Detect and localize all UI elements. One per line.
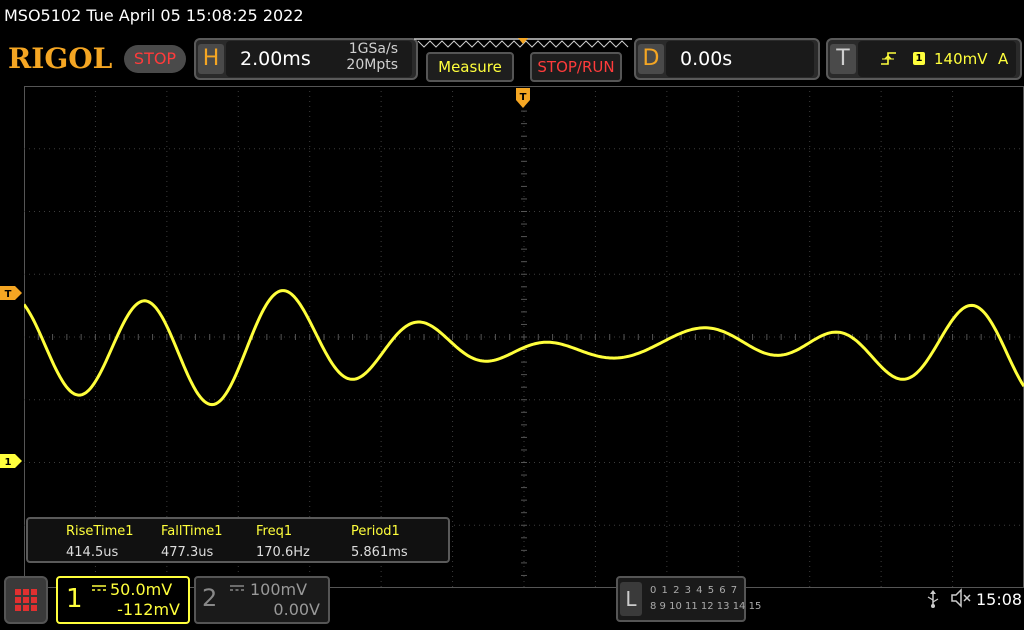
trigger-level-marker[interactable]: T	[0, 286, 22, 300]
fall-time-label: FallTime1	[161, 524, 223, 539]
period-value: 5.861ms	[351, 545, 408, 560]
waveform-display[interactable]	[24, 86, 1024, 588]
logic-channels-8-15: 8 9 10 11 12 13 14 15	[650, 601, 762, 612]
logic-channels-0-7: 0 1 2 3 4 5 6 7	[650, 585, 739, 596]
period-label: Period1	[351, 524, 400, 539]
grid-menu-icon	[15, 589, 37, 611]
delay-label[interactable]: D	[638, 44, 664, 74]
trigger-mode: A	[998, 50, 1009, 68]
timebase-value: 2.00ms	[240, 48, 311, 70]
stop-run-button[interactable]: STOP/RUN	[530, 52, 622, 82]
trigger-source-badge: 1	[913, 52, 925, 65]
run-status-badge[interactable]: STOP	[124, 45, 186, 73]
fall-time-value: 477.3us	[161, 545, 214, 560]
rising-edge-icon	[881, 52, 896, 65]
channel1-offset-marker[interactable]: 1	[0, 454, 22, 468]
dc-coupling-icon	[230, 585, 244, 591]
channel2-number: 2	[202, 584, 218, 612]
horizontal-label[interactable]: H	[198, 44, 224, 74]
clock: 15:08	[976, 590, 1023, 609]
usb-icon	[927, 590, 939, 608]
frequency-value: 170.6Hz	[256, 545, 310, 560]
measure-button[interactable]: Measure	[426, 52, 514, 82]
sample-rate: 1GSa/s	[348, 41, 398, 57]
trigger-label[interactable]: T	[830, 44, 856, 74]
memory-depth: 20Mpts	[346, 57, 398, 73]
dc-coupling-icon	[92, 585, 106, 591]
svg-text:1: 1	[5, 457, 12, 468]
trigger-level: 140mV	[934, 50, 988, 68]
delay-value: 0.00s	[680, 48, 733, 70]
frequency-label: Freq1	[256, 524, 293, 539]
graticule-center-ticks	[24, 86, 1011, 576]
trigger-position-marker[interactable]: T	[516, 88, 530, 108]
channel1-number: 1	[66, 584, 83, 614]
window-title: MSO5102 Tue April 05 15:08:25 2022	[4, 6, 304, 25]
channel1-scale: 50.0mV	[110, 580, 173, 599]
channel2-offset: 0.00V	[273, 600, 320, 619]
svg-text:T: T	[5, 289, 12, 300]
rise-time-value: 414.5us	[66, 545, 119, 560]
logic-analyzer-label: L	[620, 582, 642, 616]
channel1-offset: -112mV	[117, 600, 180, 619]
speaker-muted-icon[interactable]	[950, 588, 972, 608]
rigol-logo: RIGOL	[8, 42, 113, 75]
channel2-scale: 100mV	[250, 580, 308, 599]
rise-time-label: RiseTime1	[66, 524, 134, 539]
memory-position-strip[interactable]	[412, 36, 634, 52]
svg-text:T: T	[520, 92, 527, 103]
